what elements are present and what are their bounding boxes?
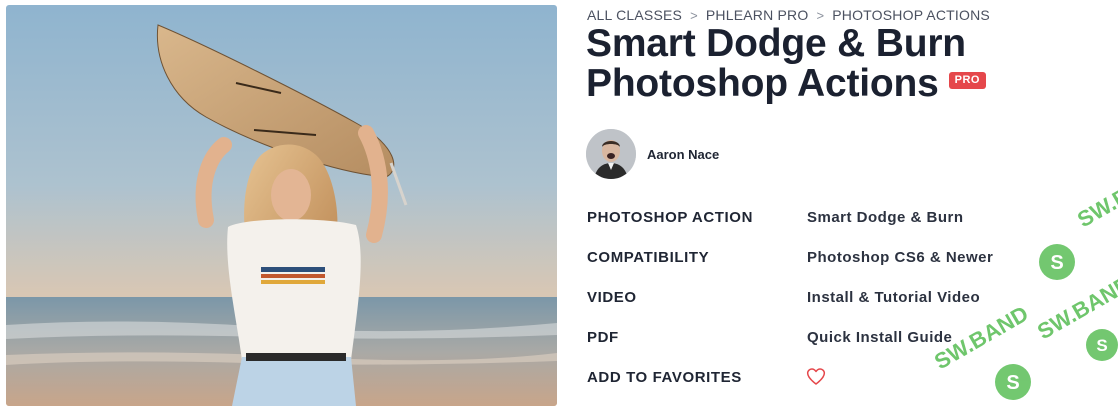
detail-row-compatibility: COMPATIBILITY Photoshop CS6 & Newer (587, 245, 1107, 285)
detail-row-video: VIDEO Install & Tutorial Video (587, 285, 1107, 325)
detail-label: VIDEO (587, 289, 637, 306)
breadcrumb-all-classes[interactable]: ALL CLASSES (587, 7, 682, 23)
detail-row-action: PHOTOSHOP ACTION Smart Dodge & Burn (587, 205, 1107, 245)
avatar (586, 129, 636, 179)
detail-label: PHOTOSHOP ACTION (587, 209, 754, 226)
breadcrumb-separator: > (690, 7, 698, 23)
detail-label: PDF (587, 329, 619, 346)
title-line-1: Smart Dodge & Burn (586, 22, 966, 65)
detail-value: Photoshop CS6 & Newer (807, 249, 994, 266)
detail-value: Quick Install Guide (807, 329, 953, 346)
hero-image (6, 5, 557, 406)
detail-label: COMPATIBILITY (587, 249, 710, 266)
detail-value: Install & Tutorial Video (807, 289, 981, 306)
add-to-favorites-label[interactable]: ADD TO FAVORITES (587, 369, 742, 386)
heart-icon[interactable] (806, 367, 826, 386)
detail-row-favorites: ADD TO FAVORITES (587, 365, 1107, 405)
breadcrumb-photoshop-actions[interactable]: PHOTOSHOP ACTIONS (832, 7, 990, 23)
detail-value: Smart Dodge & Burn (807, 209, 964, 226)
author[interactable]: Aaron Nace (586, 129, 719, 179)
author-name[interactable]: Aaron Nace (647, 147, 719, 162)
breadcrumb: ALL CLASSES > PHLEARN PRO > PHOTOSHOP AC… (587, 7, 990, 23)
detail-row-pdf: PDF Quick Install Guide (587, 325, 1107, 365)
details-list: PHOTOSHOP ACTION Smart Dodge & Burn COMP… (587, 205, 1107, 405)
breadcrumb-separator: > (816, 7, 825, 23)
pro-badge: PRO (948, 72, 986, 90)
page-title: Smart Dodge & Burn Photoshop Actions PRO (586, 24, 1106, 104)
breadcrumb-phlearn-pro[interactable]: PHLEARN PRO (706, 7, 809, 23)
title-line-2: Photoshop Actions (586, 62, 939, 105)
